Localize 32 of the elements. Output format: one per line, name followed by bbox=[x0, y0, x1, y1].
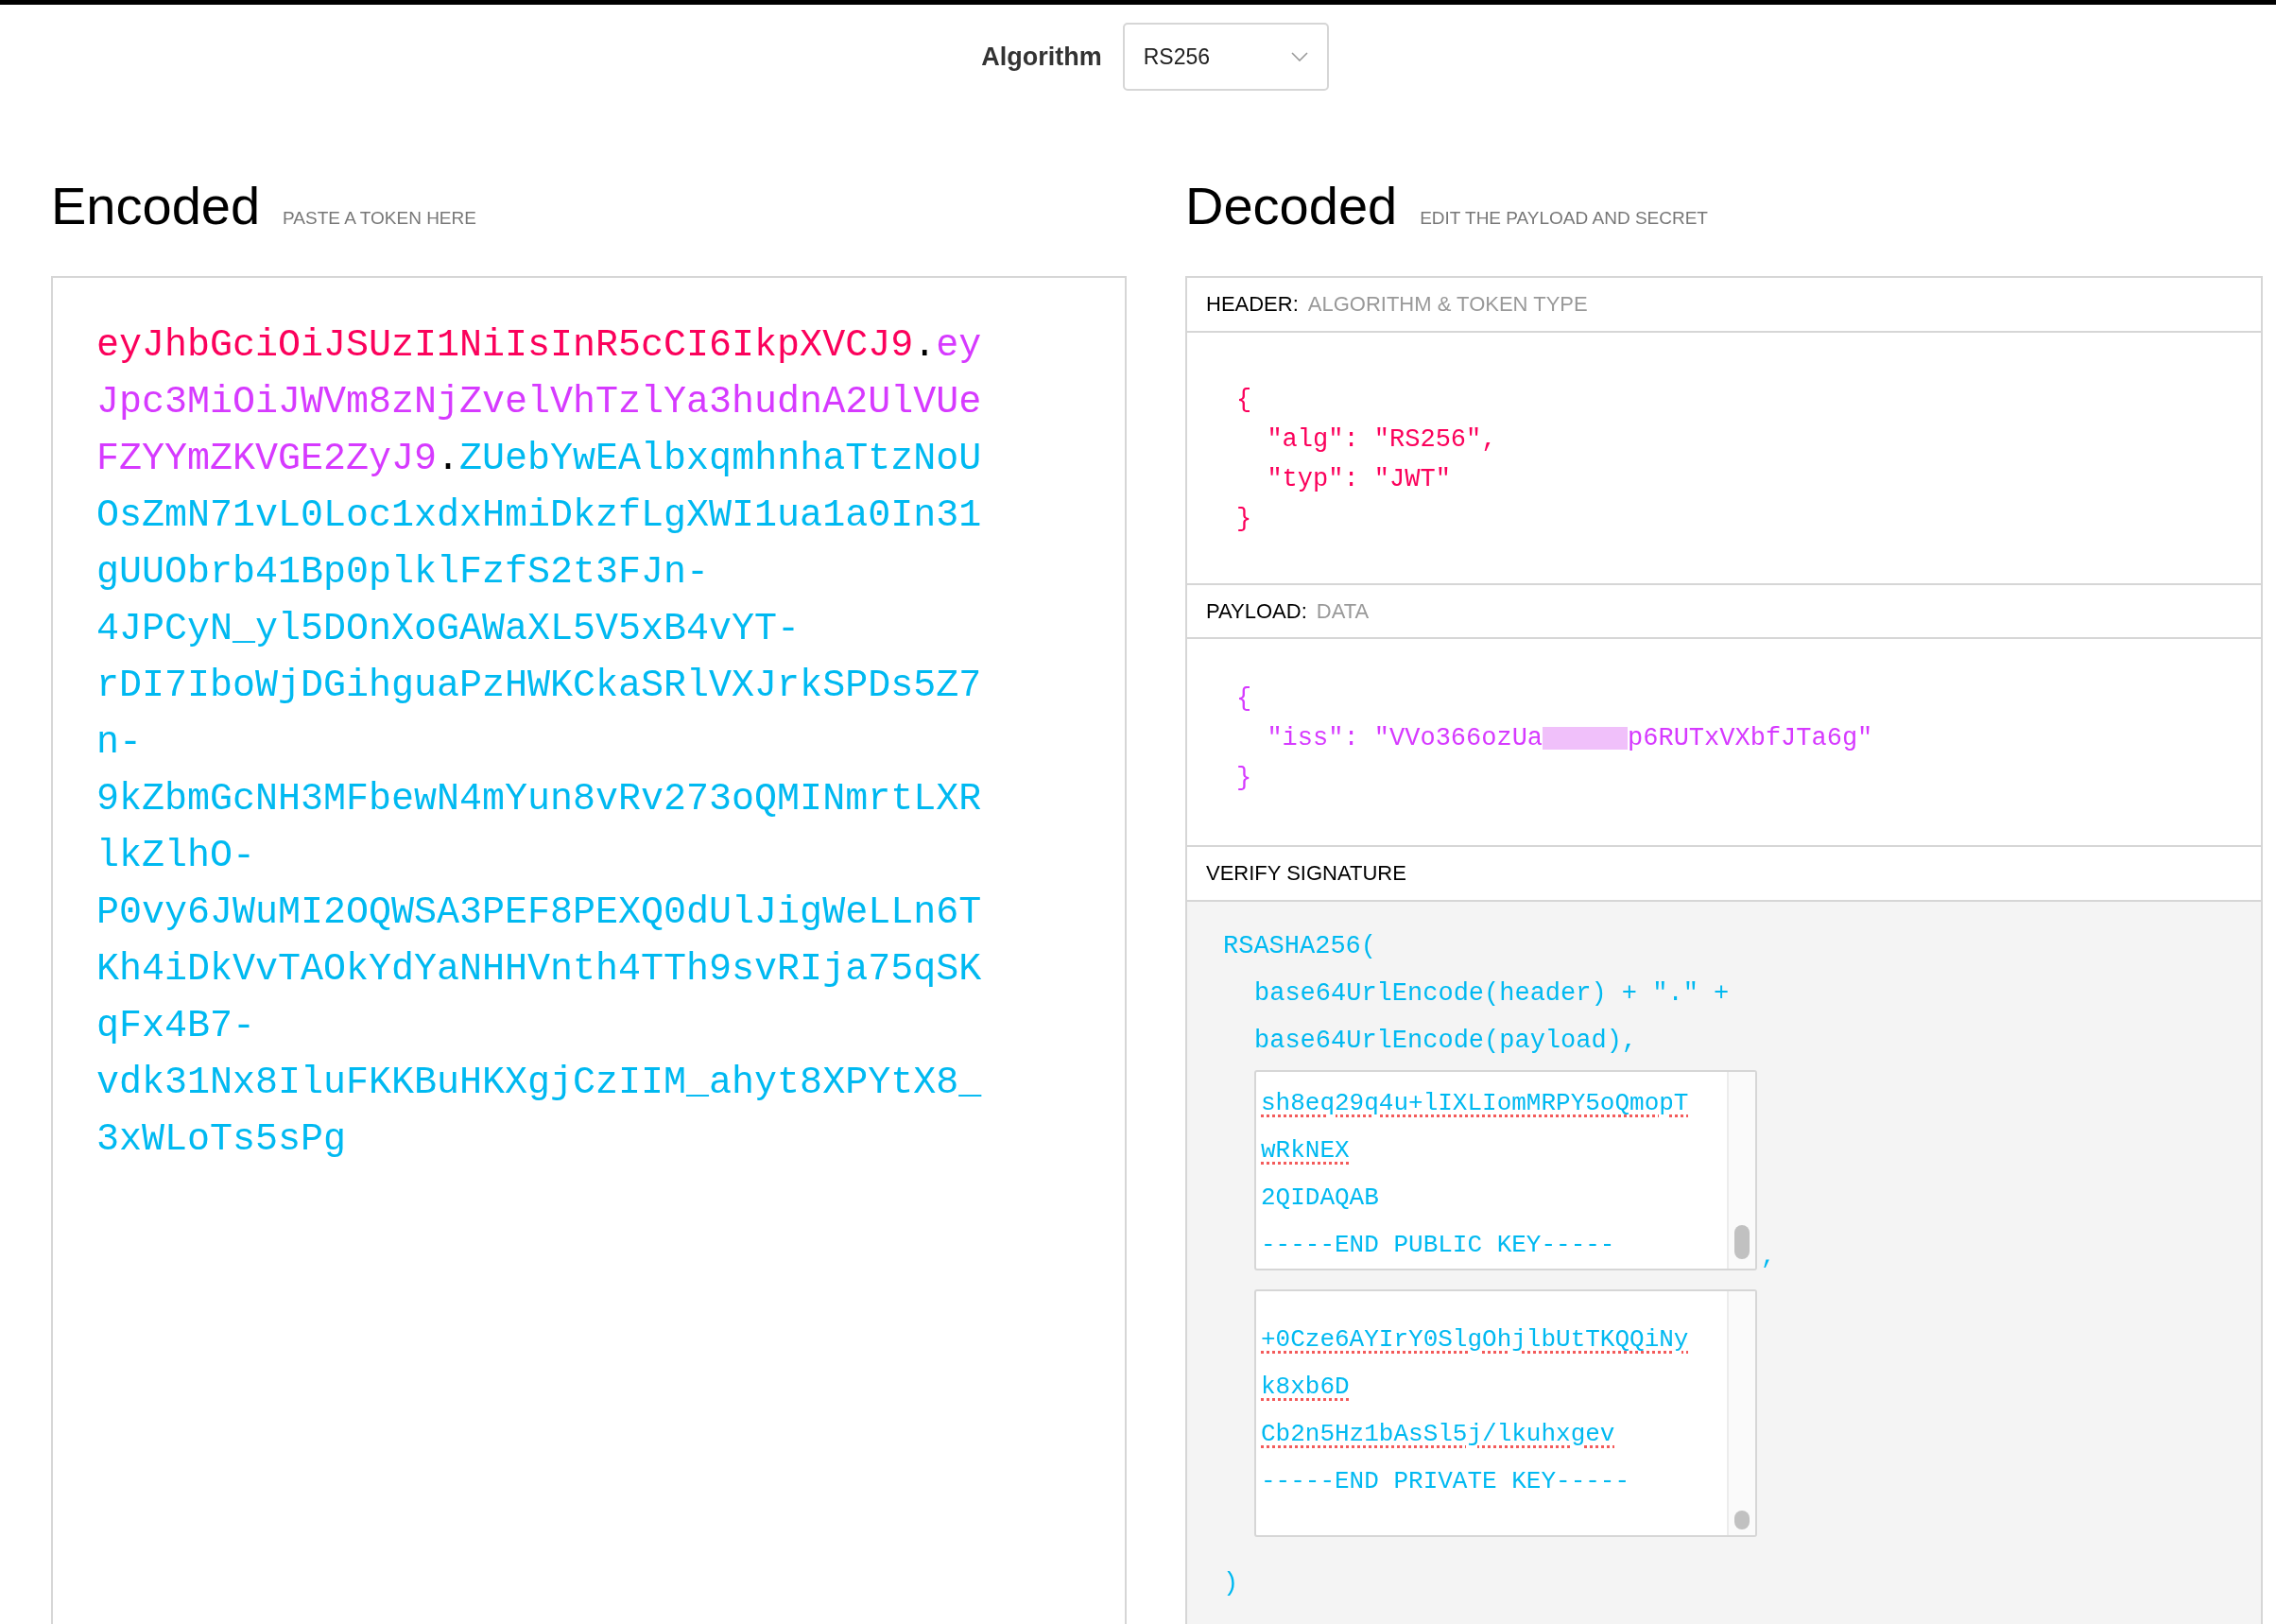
code-line: base64UrlEncode(payload), bbox=[1253, 1026, 1639, 1057]
code-line: ) bbox=[1223, 1568, 1240, 1599]
public-key-field[interactable]: sh8eq29q4u+lIXLIomMRPY5oQmopT wRkNEX 2QIDAQAB -----END PUBLIC KEY----- bbox=[1254, 1070, 1757, 1270]
panel-label: VERIFY SIGNATURE bbox=[1206, 861, 1406, 887]
section-hint: PASTE A TOKEN HERE bbox=[283, 208, 476, 229]
code-line: RSASHA256( bbox=[1223, 931, 1378, 962]
json-line: "typ": "JWT" bbox=[1266, 463, 1452, 495]
code-comma: , bbox=[1761, 1242, 1776, 1270]
json-line: { bbox=[1236, 384, 1253, 416]
panel-label: HEADER: bbox=[1206, 291, 1299, 317]
encoded-token-field[interactable] bbox=[51, 276, 1127, 1624]
algorithm-label: Algorithm bbox=[981, 42, 1102, 72]
json-line: { bbox=[1236, 683, 1253, 716]
encoded-token: eyJhbGciOiJSUzI1NiIsInR5cCI6IkpXVCJ9.eyJpc3MiOiJWVm8zNjZvelVhTzlYa3hudnA2UlVUeFZYYmZKVGE2ZyJ9.ZUebYwEAlbxqmhnhaTtzNoUOsZmN71vL0Loc1xdxHmiDkzfLgXWI1ua1a0In31gUUObrb41Bp0plklFzfS2t3FJn-4JPCyN_yl5DOnXoGAWaXL5V5xB4vYT-rDI7IboWjDGihguaPzHWKCkaSRlVXJrkSPDs5Z7n-9kZbmGcNH3MFbewN4mYun8vRv273oQMINmrtLXRlkZlhO-P0vy6JWuMI2OQWSA3PEF8PEXQ0dUlJigWeLLn6TKh4iDkVvTAOkYdYaNHHVnth4TTh9svRIja75qSKqFx4B7-vdk31Nx8IluFKKBuHKXgjCzIIM_ahyt8XPYtX8_3xWLoTs5sPg bbox=[96, 323, 983, 1163]
panel-sublabel: DATA bbox=[1316, 598, 1370, 624]
json-line: } bbox=[1236, 763, 1253, 795]
scrollbar-thumb[interactable] bbox=[1734, 1225, 1750, 1259]
scrollbar-thumb[interactable] bbox=[1734, 1511, 1750, 1529]
section-title: Decoded bbox=[1185, 175, 1398, 236]
json-key: "iss": bbox=[1236, 718, 1374, 759]
json-value: p6RUTxVXbfJTa6g" bbox=[1628, 723, 1873, 755]
json-value: "VVo366ozUa bbox=[1373, 723, 1543, 755]
json-line: "alg": "RS256", bbox=[1266, 423, 1498, 456]
json-line: } bbox=[1236, 503, 1253, 535]
panel-sublabel: ALGORITHM & TOKEN TYPE bbox=[1307, 291, 1588, 317]
section-title: Encoded bbox=[51, 175, 261, 236]
chevron-down-icon bbox=[1290, 52, 1308, 61]
private-key-field[interactable]: +0Cze6AYIrY0SlgOhjlbUtTKQQiNy k8xb6D Cb2n5Hz1bAsSl5j/lkuhxgev -----END PRIVATE KEY----- bbox=[1254, 1289, 1757, 1537]
algorithm-select[interactable]: RS256 bbox=[1122, 23, 1329, 91]
code-line: base64UrlEncode(header) + "." + bbox=[1253, 978, 1731, 1010]
panel-label: PAYLOAD: bbox=[1206, 598, 1307, 624]
section-hint: EDIT THE PAYLOAD AND SECRET bbox=[1420, 208, 1708, 229]
